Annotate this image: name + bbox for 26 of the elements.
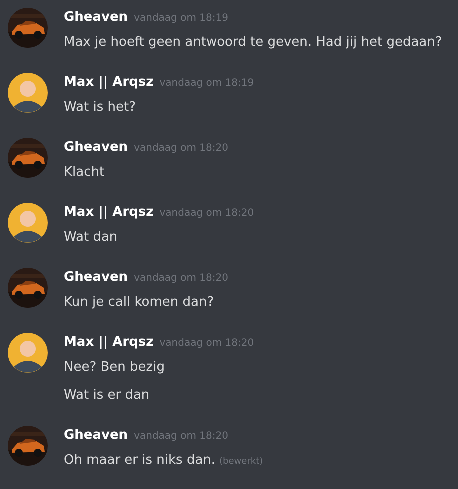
message-timestamp: vandaag om 18:20 bbox=[134, 430, 228, 444]
message-text: Klacht bbox=[64, 165, 105, 180]
author-name[interactable]: Max || Arqsz bbox=[64, 73, 154, 93]
avatar-icon bbox=[8, 203, 48, 243]
avatar-icon bbox=[8, 73, 48, 113]
author-name[interactable]: Max || Arqsz bbox=[64, 333, 154, 353]
author-name[interactable]: Gheaven bbox=[64, 8, 128, 28]
message-timestamp: vandaag om 18:19 bbox=[134, 12, 228, 26]
message-text: Wat is het? bbox=[64, 100, 136, 115]
message-text: Kun je call komen dan? bbox=[64, 295, 214, 310]
author-name[interactable]: Gheaven bbox=[64, 268, 128, 288]
edited-label: (bewerkt) bbox=[220, 457, 264, 467]
avatar-icon bbox=[8, 333, 48, 373]
message-text: Max je hoeft geen antwoord te geven. Had jij het gedaan? bbox=[64, 35, 442, 50]
message-timestamp: vandaag om 18:20 bbox=[160, 207, 254, 221]
author-name[interactable]: Max || Arqsz bbox=[64, 203, 154, 223]
message-text: Wat dan bbox=[64, 230, 118, 245]
message-text: Oh maar er is niks dan. bbox=[64, 453, 216, 468]
author-name[interactable]: Gheaven bbox=[64, 426, 128, 446]
author-name[interactable]: Gheaven bbox=[64, 138, 128, 158]
message-text: Wat is er dan bbox=[64, 388, 150, 403]
message-timestamp: vandaag om 18:20 bbox=[160, 337, 254, 351]
message-text: Nee? Ben bezig bbox=[64, 360, 165, 375]
message-timestamp: vandaag om 18:19 bbox=[160, 77, 254, 91]
message-timestamp: vandaag om 18:20 bbox=[134, 272, 228, 286]
message-timestamp: vandaag om 18:20 bbox=[134, 142, 228, 156]
